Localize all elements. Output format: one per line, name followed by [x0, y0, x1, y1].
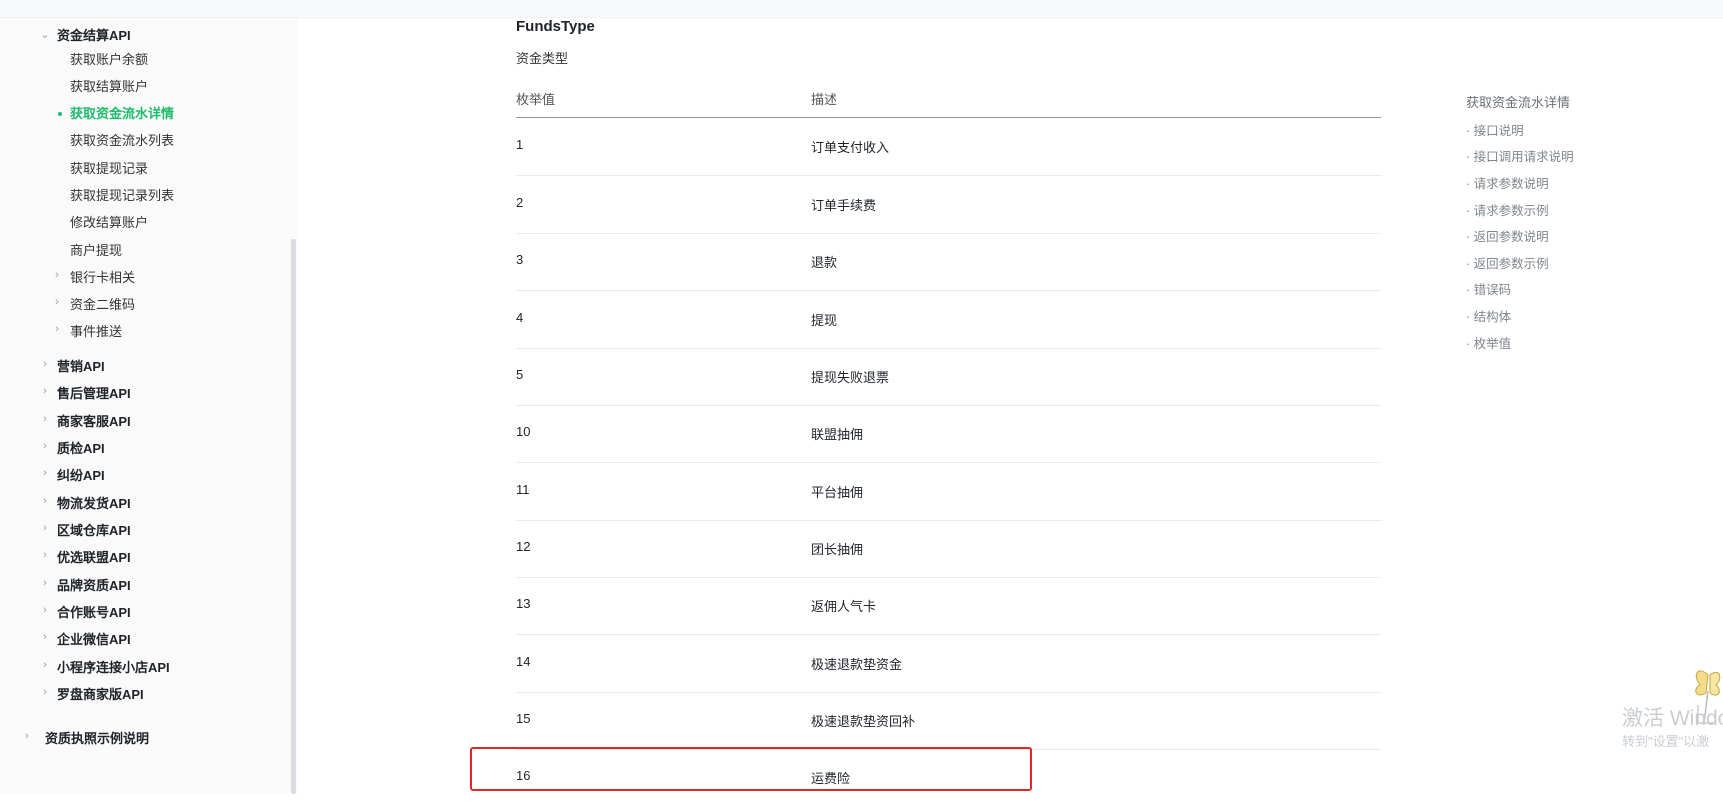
toc-item[interactable]: · 接口说明	[1466, 120, 1524, 139]
sidebar-subgroup[interactable]: 事件推送	[70, 321, 122, 343]
sidebar-group[interactable]: 企业微信API	[57, 629, 131, 651]
chevron-right-icon[interactable]: ›	[40, 549, 50, 561]
table-row: 2 订单手续费	[516, 176, 1381, 234]
toc-item[interactable]: · 枚举值	[1466, 333, 1511, 352]
cell-enum: 13	[516, 596, 531, 611]
cell-enum: 4	[516, 310, 524, 325]
table-header-enum: 枚举值	[516, 92, 556, 107]
sidebar-item[interactable]: 获取结算账户	[70, 76, 148, 98]
chevron-right-icon[interactable]: ›	[40, 577, 50, 589]
sidebar-group[interactable]: 小程序连接小店API	[57, 657, 170, 679]
sidebar-group[interactable]: 纠纷API	[57, 465, 105, 487]
sidebar-group[interactable]: 质检API	[57, 438, 105, 460]
sidebar-item[interactable]: 修改结算账户	[70, 212, 148, 234]
sidebar-group[interactable]: 罗盘商家版API	[57, 684, 144, 706]
sidebar-scrollbar[interactable]	[291, 239, 296, 794]
table-row: 15 极速退款垫资回补	[516, 692, 1381, 750]
chevron-right-icon[interactable]: ›	[40, 659, 50, 671]
chevron-right-icon[interactable]: ›	[40, 358, 50, 370]
table-row: 3 退款	[516, 233, 1381, 291]
section-subtitle: 资金类型	[516, 51, 569, 66]
sidebar-item[interactable]: 获取账户余额	[70, 49, 148, 71]
sidebar-group[interactable]: 营销API	[57, 356, 105, 378]
highlight-annotation-box	[470, 747, 1032, 791]
chevron-right-icon[interactable]: ›	[40, 686, 50, 698]
table-row: 1 订单支付收入	[516, 118, 1381, 176]
cell-enum: 12	[516, 539, 531, 554]
cell-desc: 返佣人气卡	[811, 599, 877, 614]
cell-enum: 3	[516, 252, 524, 267]
top-bar	[0, 0, 1723, 18]
cell-desc: 提现	[811, 313, 838, 328]
cell-enum: 1	[516, 137, 524, 152]
sidebar-item[interactable]: 商户提现	[70, 240, 122, 262]
windows-activation-hint: 转到"设置"以激	[1622, 734, 1710, 749]
sidebar-subgroup[interactable]: 银行卡相关	[70, 267, 135, 289]
toc-item[interactable]: · 结构体	[1466, 306, 1511, 325]
cell-desc: 团长抽佣	[811, 542, 864, 557]
sidebar-group[interactable]: 品牌资质API	[57, 575, 131, 597]
toc-item[interactable]: · 返回参数说明	[1466, 226, 1549, 245]
chevron-right-icon[interactable]: ›	[52, 269, 62, 281]
toc-item[interactable]: · 请求参数说明	[1466, 173, 1549, 192]
cell-enum: 14	[516, 654, 531, 669]
table-row: 13 返佣人气卡	[516, 577, 1381, 635]
chevron-right-icon[interactable]: ›	[52, 323, 62, 335]
sidebar-group[interactable]: 物流发货API	[57, 493, 131, 515]
sidebar-subgroup[interactable]: 资金二维码	[70, 294, 135, 316]
chevron-right-icon[interactable]: ›	[40, 631, 50, 643]
toc-item[interactable]: · 错误码	[1466, 279, 1511, 298]
toc-item[interactable]: · 接口调用请求说明	[1466, 146, 1574, 165]
cell-desc: 联盟抽佣	[811, 427, 864, 442]
cell-enum: 11	[516, 482, 530, 497]
active-dot	[58, 112, 62, 116]
table-row: 11 平台抽佣	[516, 463, 1381, 521]
sidebar-group[interactable]: 优选联盟API	[57, 547, 131, 569]
chevron-right-icon[interactable]: ›	[40, 440, 50, 452]
chevron-down-icon[interactable]: ⌄	[40, 28, 50, 41]
chevron-right-icon[interactable]: ›	[40, 522, 50, 534]
cell-enum: 10	[516, 424, 531, 439]
table-row: 12 团长抽佣	[516, 520, 1381, 578]
chevron-right-icon[interactable]: ›	[52, 296, 62, 308]
sidebar-group-funds[interactable]: 资金结算API	[57, 25, 131, 47]
table-row: 10 联盟抽佣	[516, 405, 1381, 463]
chevron-right-icon[interactable]: ›	[40, 495, 50, 507]
chevron-right-icon[interactable]: ›	[40, 413, 50, 425]
cell-desc: 平台抽佣	[811, 485, 864, 500]
chevron-right-icon[interactable]: ›	[22, 730, 32, 742]
table-row: 14 极速退款垫资金	[516, 635, 1381, 693]
cell-desc: 提现失败退票	[811, 370, 890, 385]
chevron-right-icon[interactable]: ›	[40, 604, 50, 616]
sidebar-group[interactable]: 商家客服API	[57, 411, 131, 433]
table-row: 4 提现	[516, 291, 1381, 349]
cell-desc: 极速退款垫资金	[811, 657, 903, 672]
sidebar-item[interactable]: 获取提现记录列表	[70, 185, 174, 207]
table-row: 5 提现失败退票	[516, 348, 1381, 406]
sidebar-group-license[interactable]: 资质执照示例说明	[45, 728, 149, 750]
sidebar-item[interactable]: 获取提现记录	[70, 158, 148, 180]
windows-activation-watermark: 激活 Windo	[1622, 707, 1723, 730]
cell-desc: 极速退款垫资回补	[811, 714, 916, 729]
sidebar-group[interactable]: 售后管理API	[57, 383, 131, 405]
sidebar-group[interactable]: 合作账号API	[57, 602, 131, 624]
chevron-right-icon[interactable]: ›	[40, 467, 50, 479]
sidebar: ⌄ 资金结算API 获取账户余额 获取结算账户 获取资金流水详情 获取资金流水列…	[0, 18, 298, 794]
cell-enum: 2	[516, 195, 524, 210]
cell-desc: 订单手续费	[811, 198, 877, 213]
sidebar-item-active[interactable]: 获取资金流水详情	[70, 103, 174, 125]
cell-enum: 15	[516, 711, 531, 726]
chevron-right-icon[interactable]: ›	[40, 385, 50, 397]
toc-item[interactable]: · 返回参数示例	[1466, 253, 1549, 272]
cell-enum: 5	[516, 367, 524, 382]
cell-desc: 退款	[811, 255, 838, 270]
toc-title[interactable]: 获取资金流水详情	[1466, 92, 1570, 111]
sidebar-item[interactable]: 获取资金流水列表	[70, 130, 174, 152]
sidebar-group[interactable]: 区域仓库API	[57, 520, 131, 542]
section-title: FundsType	[516, 18, 595, 35]
cell-desc: 订单支付收入	[811, 140, 890, 155]
toc-item[interactable]: · 请求参数示例	[1466, 200, 1549, 219]
table-header-desc: 描述	[811, 92, 838, 107]
